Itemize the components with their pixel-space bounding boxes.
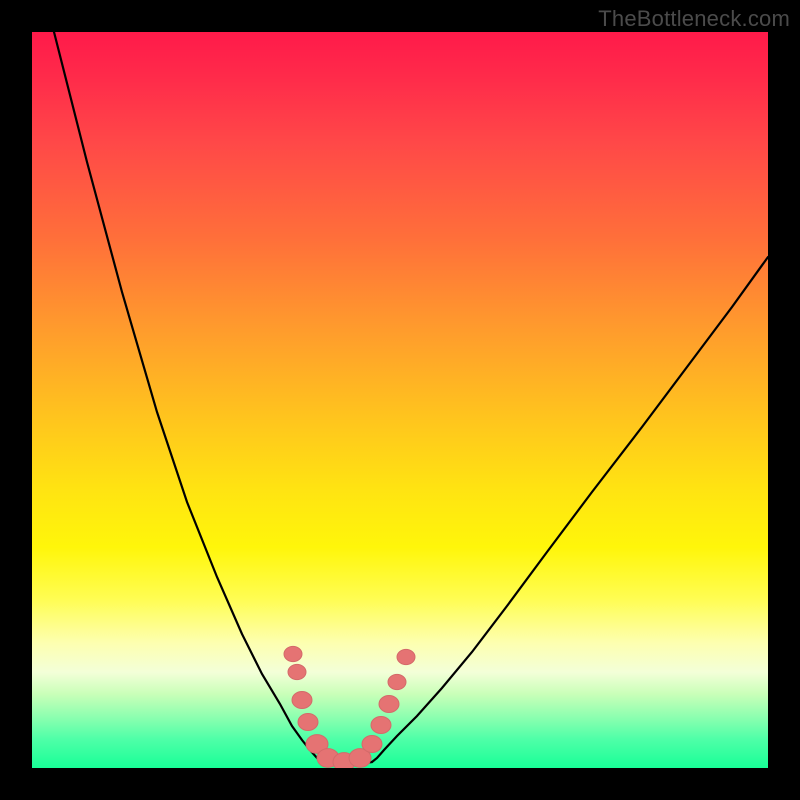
marker-dot-0 — [284, 646, 302, 661]
marker-dot-3 — [298, 714, 318, 731]
marker-dot-9 — [371, 717, 391, 734]
marker-dot-1 — [288, 664, 306, 679]
curve-markers — [32, 32, 768, 768]
marker-dot-8 — [362, 736, 382, 753]
marker-dot-2 — [292, 692, 312, 709]
watermark-text: TheBottleneck.com — [598, 6, 790, 32]
marker-dot-12 — [397, 649, 415, 664]
marker-dot-11 — [388, 674, 406, 689]
marker-dot-10 — [379, 696, 399, 713]
chart-frame: TheBottleneck.com — [0, 0, 800, 800]
plot-area — [32, 32, 768, 768]
